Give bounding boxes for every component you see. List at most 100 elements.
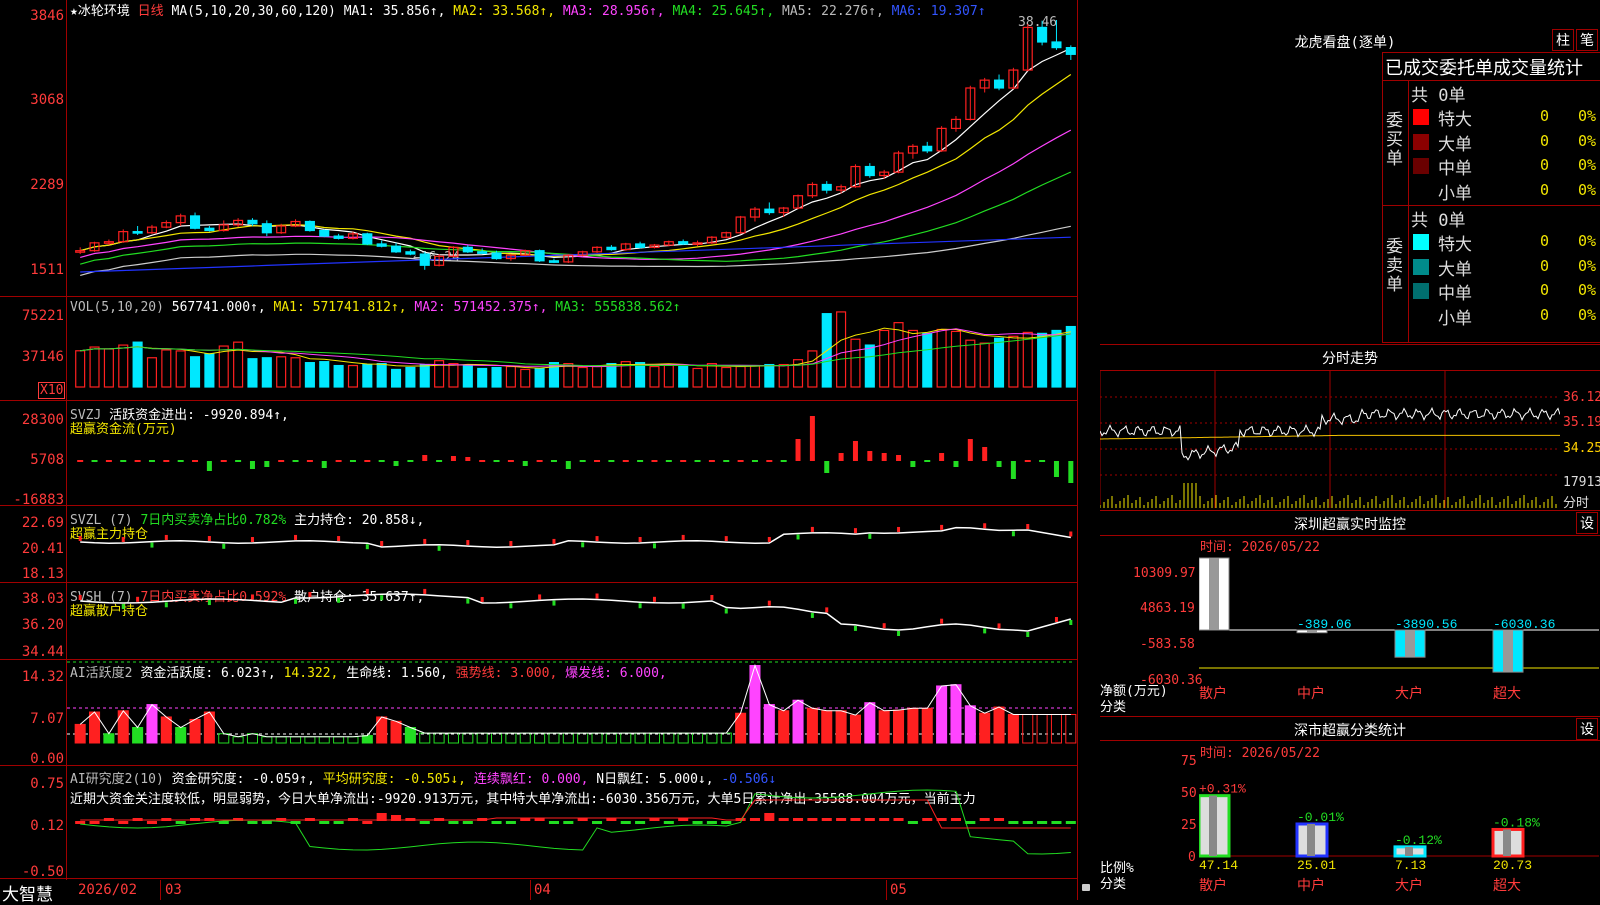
- ai-research-bar: [1051, 821, 1062, 824]
- tick-view-button[interactable]: 笔: [1576, 29, 1598, 51]
- ai-research-bar: [175, 821, 186, 824]
- ai-active-bar: [821, 710, 833, 744]
- intraday-chart[interactable]: [1100, 371, 1560, 508]
- ai-active-bar: [433, 732, 445, 744]
- svzj-bar: [594, 460, 601, 462]
- svzj-bar: [105, 460, 112, 462]
- svzj-bar: [665, 460, 672, 462]
- category-label: 超大: [1493, 878, 1521, 894]
- date-axis-label: 05: [890, 882, 907, 898]
- ai-research-bar: [836, 818, 847, 821]
- ai-research-bar: [907, 821, 918, 824]
- volume-bar: [764, 363, 775, 388]
- svzj-bar: [306, 460, 313, 462]
- ai-active-bar: [605, 732, 617, 744]
- candle: [548, 260, 560, 263]
- svzj-bar: [852, 441, 858, 461]
- volume-bar: [950, 330, 962, 388]
- volume-bar: [663, 363, 674, 388]
- svshSvg-tick: [595, 593, 599, 599]
- ai-research-axis-tick: 0.75: [30, 776, 64, 792]
- ai-research-bar: [965, 821, 976, 824]
- candle: [261, 223, 272, 234]
- sz-class-chart[interactable]: +0.31% 47.14 散户 -0.01% 25.01 中户 -0.12% 7.13 大户 -0…: [1199, 760, 1599, 900]
- svzj-bar: [493, 460, 500, 462]
- ai-active-bar: [318, 736, 330, 744]
- svsh-axis-tick: 36.20: [21, 617, 64, 633]
- ai-active-bar: [677, 732, 689, 744]
- svshSvg-tick: [207, 600, 211, 606]
- svshSvg-tick: [882, 623, 886, 629]
- sell-row-count: 0: [1540, 232, 1550, 250]
- svzlSvg-tick: [897, 526, 901, 532]
- candle: [333, 235, 344, 239]
- sz-monitor-axis-tick: 10309.97: [1133, 566, 1196, 581]
- svzj-bar: [77, 460, 84, 462]
- svzlSvg-tick: [437, 545, 441, 551]
- ai-active-bar: [304, 736, 316, 744]
- price-chart[interactable]: [67, 0, 1077, 296]
- sz-monitor-chart[interactable]: 10309.97 散户 -389.06 中户 -3890.56 大户 -6030.36 超大: [1199, 556, 1599, 712]
- ai-research-chart[interactable]: [67, 766, 1077, 878]
- volume-bar: [979, 342, 990, 388]
- ai-active-bar: [634, 732, 646, 744]
- buy-row-count: 0: [1540, 107, 1550, 125]
- brand-logo[interactable]: 大智慧: [2, 880, 53, 905]
- svzj-bar: [206, 461, 212, 471]
- category-label: 中户: [1297, 877, 1325, 894]
- price-axis-tick: 3068: [30, 92, 64, 108]
- ai-active-bar: [275, 736, 287, 744]
- volume-bar: [491, 366, 502, 388]
- volume-bar: [836, 311, 847, 388]
- lock-icon[interactable]: [1082, 884, 1090, 891]
- net-value-label: -389.06: [1297, 617, 1352, 632]
- svshSvg-tick: [724, 608, 728, 614]
- intraday-axis-tick: 36.12: [1563, 390, 1600, 405]
- sell-row-swatch: [1413, 283, 1429, 299]
- category-label: 大户: [1395, 877, 1423, 894]
- buy-total: 共 0单: [1411, 86, 1466, 106]
- candle: [1051, 41, 1062, 49]
- lhb-label-border: [1408, 80, 1409, 342]
- svzlSvg-tick: [681, 534, 685, 540]
- svshSvg-tick: [423, 588, 427, 594]
- sz-class-time: 时间: 2026/05/22: [1200, 746, 1320, 761]
- bar-view-button[interactable]: 柱: [1552, 29, 1574, 51]
- ai-research-bar: [749, 818, 760, 821]
- svzj-bar: [134, 460, 141, 462]
- ai-active-bar: [290, 736, 302, 744]
- sz-monitor-settings-button[interactable]: 设: [1576, 512, 1598, 534]
- volume-bar: [419, 363, 430, 388]
- candle: [362, 233, 373, 245]
- sell-row-count: 0: [1540, 281, 1550, 299]
- candle: [462, 246, 473, 253]
- ai-active-bar: [692, 732, 704, 744]
- ai-active-bar: [246, 733, 258, 744]
- svsh-chart[interactable]: [67, 583, 1077, 659]
- candle: [1065, 47, 1076, 55]
- svzl-chart[interactable]: [67, 506, 1077, 582]
- volume-bar: [922, 332, 933, 388]
- svzj-bar: [91, 460, 98, 462]
- category-label: 超大: [1493, 686, 1521, 702]
- volume-chart[interactable]: [67, 297, 1077, 400]
- volume-bar: [448, 362, 459, 388]
- date-divider: [886, 880, 887, 900]
- svzlSvg-tick: [466, 540, 470, 546]
- svzj-axis-tick: 28300: [21, 412, 64, 428]
- ai-active-chart[interactable]: [67, 660, 1077, 765]
- svshSvg-tick: [193, 593, 197, 599]
- candle: [764, 208, 775, 214]
- ai-research-bar: [893, 818, 904, 821]
- sz-class-axis-tick: 0: [1188, 850, 1196, 865]
- svshSvg-tick: [552, 600, 556, 606]
- net-value-label: 10309.97: [1199, 556, 1261, 560]
- svzlSvg-tick: [365, 544, 369, 550]
- svzj-chart[interactable]: [67, 401, 1077, 505]
- svshSvg-tick: [380, 595, 384, 601]
- svzj-bar: [996, 461, 1002, 467]
- sz-class-settings-button[interactable]: 设: [1576, 718, 1598, 740]
- svzj-bar: [838, 453, 844, 461]
- svzj-bar: [824, 461, 830, 473]
- volume-bar: [591, 365, 603, 388]
